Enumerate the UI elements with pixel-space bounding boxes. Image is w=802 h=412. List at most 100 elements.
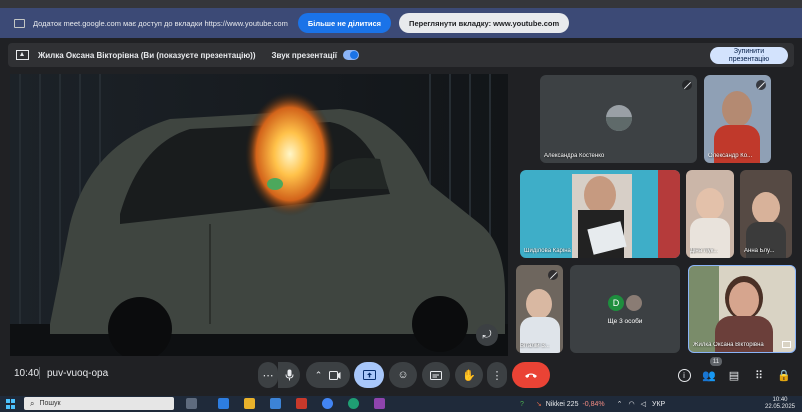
presentation-audio-label: Звук презентації xyxy=(271,50,337,60)
stop-presenting-button[interactable]: Зупинити презентацію xyxy=(710,47,788,64)
participant-face xyxy=(722,91,752,127)
info-icon: i xyxy=(677,368,691,382)
chevron-up-icon: ⌃ xyxy=(314,369,323,380)
stop-sharing-button[interactable]: Більше не ділитися xyxy=(297,13,392,33)
teams-app-icon[interactable] xyxy=(374,398,385,409)
store-app-icon[interactable] xyxy=(270,398,281,409)
lock-person-icon: 🔒 xyxy=(777,369,791,382)
stock-change: -0,84% xyxy=(582,400,605,408)
more-audio-options-button[interactable]: ⋯ xyxy=(258,362,278,388)
screen-share-icon xyxy=(14,18,25,28)
participant-tile[interactable]: Віталій З... xyxy=(516,265,563,353)
clock-date: 22.05.2025 xyxy=(764,404,796,410)
participant-name: Жилка Оксана Вікторівна xyxy=(693,342,764,348)
participant-name: Олександр Ко... xyxy=(708,153,753,159)
background-curtain xyxy=(658,170,680,258)
hang-up-icon xyxy=(525,373,537,378)
mic-off-icon xyxy=(682,80,692,90)
media-app-icon[interactable] xyxy=(296,398,307,409)
meeting-code: puv-vuoq-opa xyxy=(47,368,109,379)
participant-name: Анна Блу... xyxy=(744,248,775,254)
presentation-video: ⤾ xyxy=(10,74,508,356)
windows-start-icon[interactable] xyxy=(6,399,16,409)
presentation-audio-toggle[interactable] xyxy=(342,50,359,60)
people-icon: 👥 xyxy=(702,369,716,382)
camera-button[interactable]: ⌃ xyxy=(306,362,350,388)
divider xyxy=(39,367,40,379)
people-button[interactable]: 👥 xyxy=(700,366,718,384)
participant-tile[interactable]: Шиділова Каріна xyxy=(520,170,680,258)
avatar xyxy=(626,295,642,311)
more-horizontal-icon: ⋯ xyxy=(262,369,274,382)
stock-chart-icon: ↘ xyxy=(535,401,542,408)
participant-name: Віталій З... xyxy=(520,343,550,349)
presentation-frame-car-explosion xyxy=(10,74,508,356)
stop-presenting-label-line1: Зупинити xyxy=(733,48,765,55)
wifi-icon[interactable]: ◠ xyxy=(629,400,635,408)
participant-name: Шиділова Каріна xyxy=(524,248,571,254)
tray-chevron-icon[interactable]: ⌃ xyxy=(617,400,623,408)
participant-face xyxy=(729,282,759,318)
chat-icon: ▤ xyxy=(728,369,740,382)
activities-button[interactable]: ⠿ xyxy=(750,366,768,384)
meeting-time: 10:40 xyxy=(14,368,40,379)
system-clock[interactable]: 10:40 22.05.2025 xyxy=(760,397,800,411)
participant-tile[interactable]: Олександр Ко... xyxy=(704,75,771,163)
chrome-app-icon[interactable] xyxy=(322,398,333,409)
leave-call-button[interactable] xyxy=(512,362,550,388)
participant-name: Діна Лук... xyxy=(690,248,719,254)
system-tray: ? ↘ Nikkei 225 -0,84% ⌃ ◠ ◁ УКР xyxy=(520,396,665,412)
participant-face xyxy=(526,289,552,319)
participant-tile[interactable]: Анна Блу... xyxy=(740,170,792,258)
taskbar-search[interactable]: ⌕ Пошук xyxy=(24,397,174,410)
keyboard-language[interactable]: УКР xyxy=(652,401,665,408)
hand-icon: ✋ xyxy=(462,369,476,382)
outlook-app-icon[interactable] xyxy=(218,398,229,409)
microphone-icon xyxy=(285,369,293,381)
participant-name: Александра Костенко xyxy=(544,153,605,159)
help-icon[interactable]: ? xyxy=(520,401,524,408)
more-participants-tile[interactable]: D Ще 3 особи xyxy=(570,265,680,353)
participant-face xyxy=(696,188,724,220)
browser-chrome-strip xyxy=(0,0,802,8)
raise-hand-button[interactable]: ✋ xyxy=(455,362,483,388)
task-view-icon[interactable] xyxy=(186,398,197,409)
reactions-button[interactable]: ☺ xyxy=(389,362,417,388)
chat-button[interactable]: ▤ xyxy=(725,366,743,384)
avatar xyxy=(606,105,632,131)
avatar: D xyxy=(608,295,624,311)
tab-sharing-bar: Додаток meet.google.com має доступ до вк… xyxy=(0,8,802,38)
mic-off-icon xyxy=(756,80,766,90)
present-screen-icon xyxy=(362,370,376,380)
participant-count-badge: 11 xyxy=(710,357,722,366)
mic-off-icon xyxy=(548,270,558,280)
presenter-title: Жилка Оксана Вікторівна (Ви (показуєте п… xyxy=(38,50,256,60)
present-now-button[interactable] xyxy=(354,362,384,388)
clock-time: 10:40 xyxy=(772,397,788,403)
stop-presenting-label-line2: презентацію xyxy=(728,55,770,63)
stock-name[interactable]: Nikkei 225 xyxy=(546,401,579,408)
captions-icon xyxy=(430,370,442,380)
captions-button[interactable] xyxy=(422,362,450,388)
present-screen-icon xyxy=(16,50,29,60)
meeting-details-button[interactable]: i xyxy=(675,366,693,384)
search-icon: ⌕ xyxy=(30,398,35,408)
participant-tile[interactable]: Александра Костенко xyxy=(540,75,697,163)
participant-tile[interactable]: Діна Лук... xyxy=(686,170,734,258)
view-shared-tab-button[interactable]: Переглянути вкладку: www.youtube.com xyxy=(399,13,570,33)
participant-face xyxy=(752,192,780,224)
camera-icon xyxy=(329,370,341,380)
more-options-button[interactable]: ⋮ xyxy=(487,362,507,388)
file-explorer-icon[interactable] xyxy=(244,398,255,409)
host-controls-button[interactable]: 🔒 xyxy=(775,366,793,384)
participant-face xyxy=(584,176,616,214)
volume-icon[interactable]: ◁ xyxy=(641,400,646,408)
emoji-icon: ☺ xyxy=(397,369,409,381)
apps-grid-icon: ⠿ xyxy=(754,369,764,382)
rotate-icon[interactable]: ⤾ xyxy=(476,324,498,346)
edge-app-icon[interactable] xyxy=(348,398,359,409)
microphone-button[interactable] xyxy=(278,362,300,388)
self-view-tile[interactable]: Жилка Оксана Вікторівна xyxy=(688,265,796,353)
presenting-bar: Жилка Оксана Вікторівна (Ви (показуєте п… xyxy=(8,43,794,67)
pin-icon xyxy=(782,341,791,348)
